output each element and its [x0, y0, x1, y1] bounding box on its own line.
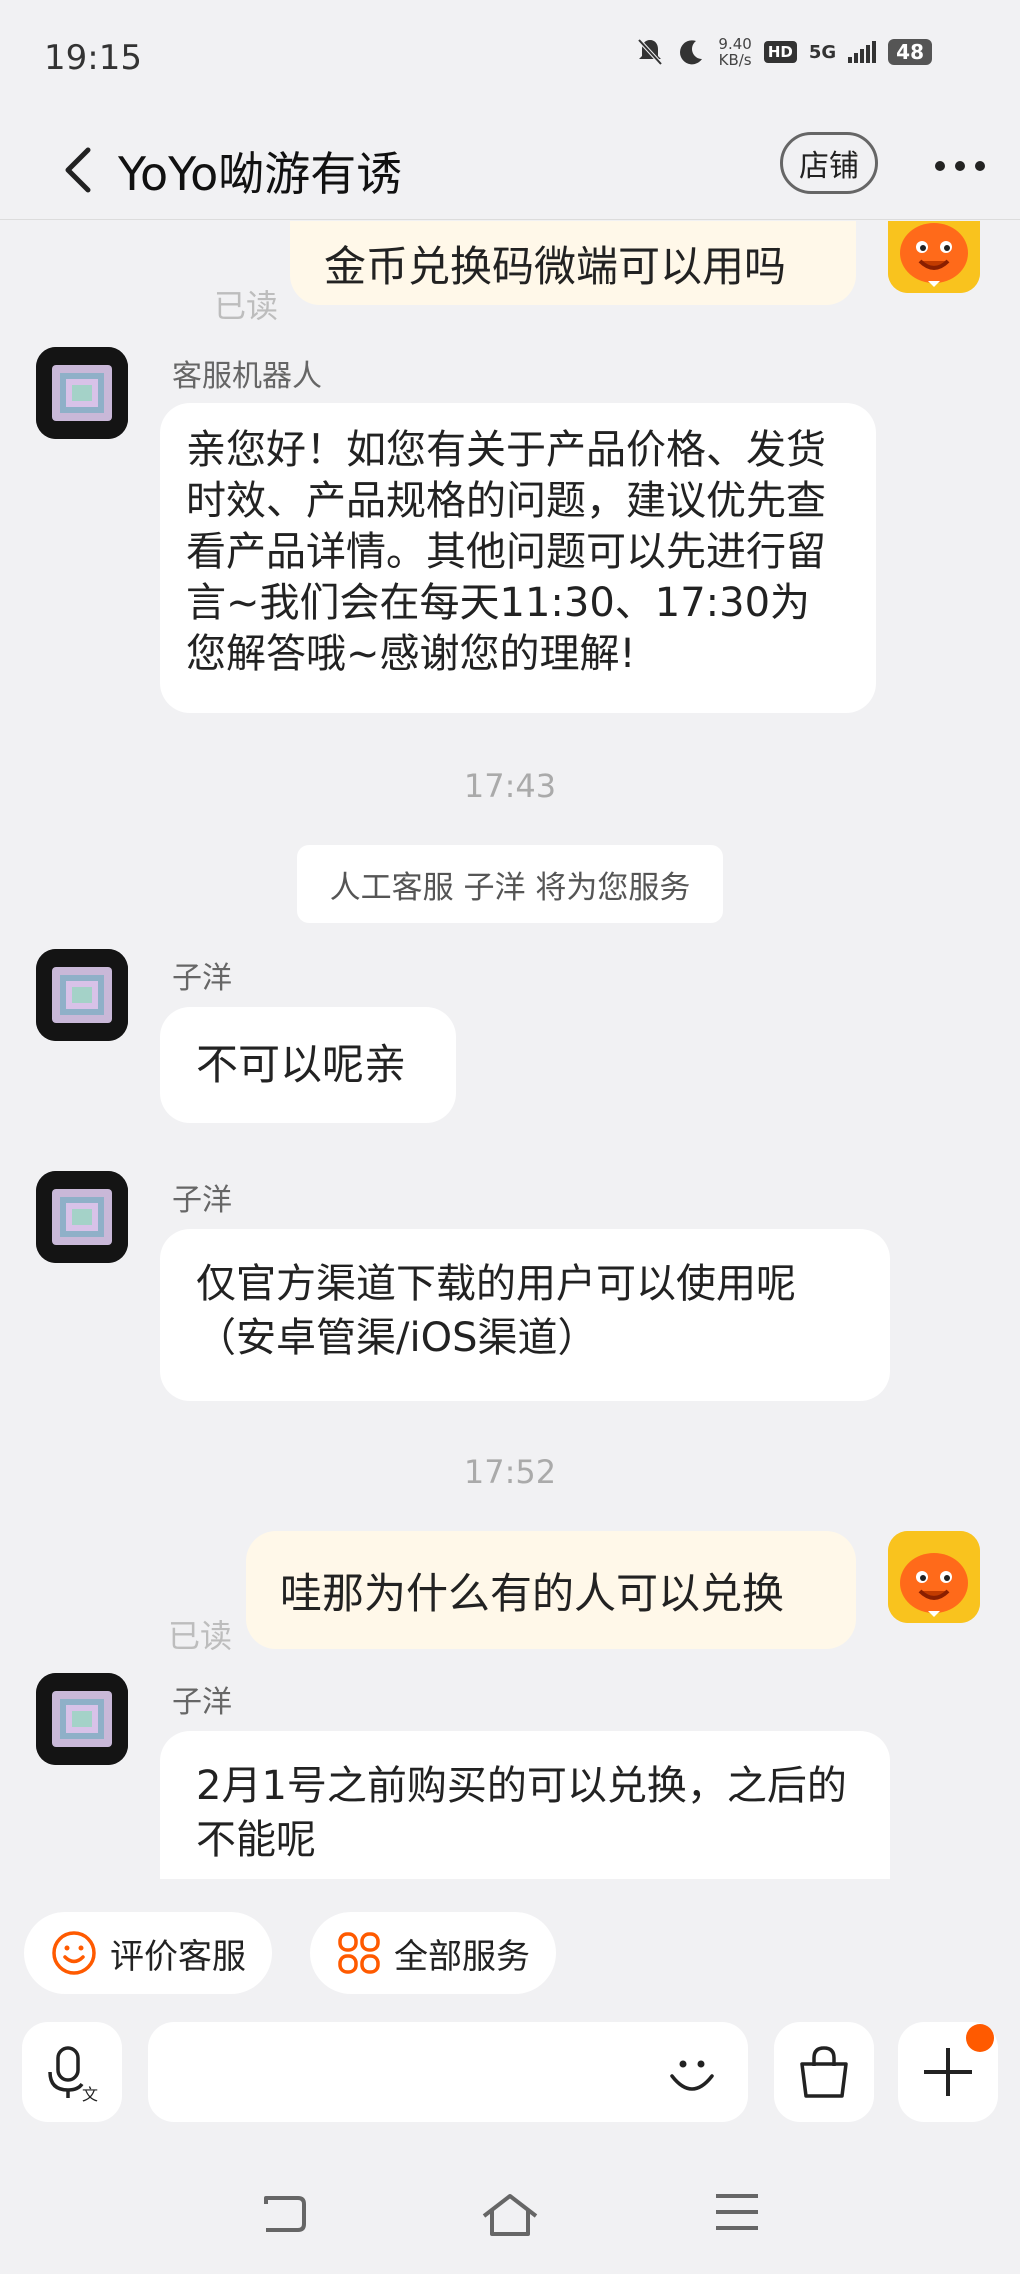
more-options-icon[interactable] [932, 156, 988, 176]
signal-icon [848, 41, 877, 63]
shop-logo-icon [36, 949, 128, 1041]
message-input[interactable] [148, 2022, 748, 2122]
agent-avatar[interactable] [36, 1171, 128, 1263]
shop-logo-icon [36, 347, 128, 439]
chat-timestamp: 17:52 [463, 1453, 557, 1491]
system-notice: 人工客服 子洋 将为您服务 [297, 845, 723, 923]
sender-name: 客服机器人 [172, 359, 322, 394]
status-time: 19:15 [44, 38, 142, 78]
net-speed: 9.40 KB/s [718, 36, 751, 68]
microphone-icon: 文 [48, 2046, 98, 2102]
back-nav-icon[interactable] [258, 2190, 310, 2238]
shop-logo-icon [36, 1673, 128, 1765]
incoming-message[interactable]: 亲您好！如您有关于产品价格、发货时效、产品规格的问题，建议优先查看产品详情。其他… [160, 403, 876, 713]
net-speed-value: 9.40 [718, 35, 752, 53]
message-text: 哇那为什么有的人可以兑换 [280, 1568, 785, 1618]
shopping-bag-button[interactable] [774, 2022, 874, 2122]
shopping-bag-icon [800, 2046, 848, 2098]
chat-timestamp: 17:43 [463, 767, 557, 805]
message-text: 不可以呢亲 [196, 1040, 407, 1089]
voice-sub-label: 文 [82, 2085, 98, 2102]
outgoing-message[interactable]: 哇那为什么有的人可以兑换 [246, 1531, 856, 1649]
smile-icon [52, 1931, 96, 1975]
back-arrow-icon[interactable] [58, 142, 98, 198]
outgoing-message[interactable]: 金币兑换码微端可以用吗 [290, 221, 856, 305]
grid-icon [338, 1932, 380, 1974]
network-type: 5G [808, 41, 837, 63]
chat-header: YoYo呦游有诱 店铺 [0, 120, 1020, 220]
system-navigation [0, 2160, 1020, 2274]
read-receipt: 已读 [214, 287, 279, 325]
notification-dot [966, 2024, 994, 2052]
incoming-message[interactable]: 2月1号之前购买的可以兑换，之后的不能呢 [160, 1731, 890, 1879]
chip-label: 全部服务 [394, 1936, 530, 1977]
battery-indicator: 48 [888, 39, 932, 65]
status-icons: 9.40 KB/s HD 5G 48 [636, 36, 932, 68]
emoji-icon[interactable] [664, 2046, 720, 2102]
rate-service-button[interactable]: 评价客服 [24, 1912, 272, 1994]
shop-title: YoYo呦游有诱 [118, 147, 403, 201]
hd-badge: HD [763, 41, 797, 63]
voice-input-button[interactable]: 文 [22, 2022, 122, 2122]
moon-icon [680, 40, 703, 65]
read-receipt: 已读 [168, 1617, 233, 1655]
mascot-icon [888, 221, 980, 293]
user-avatar[interactable] [888, 1531, 980, 1623]
message-text: 金币兑换码微端可以用吗 [324, 241, 787, 291]
quick-actions: 评价客服 全部服务 [0, 1890, 1020, 2000]
incoming-message[interactable]: 仅官方渠道下载的用户可以使用呢（安卓管渠/iOS渠道） [160, 1229, 890, 1401]
mascot-icon [888, 1531, 980, 1623]
user-avatar[interactable] [888, 221, 980, 293]
sender-name: 子洋 [172, 1685, 232, 1720]
net-speed-unit: KB/s [718, 51, 752, 69]
shop-button[interactable]: 店铺 [780, 132, 878, 194]
message-text: 2月1号之前购买的可以兑换，之后的不能呢 [196, 1763, 847, 1863]
sender-name: 子洋 [172, 1183, 232, 1218]
bot-avatar[interactable] [36, 347, 128, 439]
shop-logo-icon [36, 1171, 128, 1263]
sender-name: 子洋 [172, 961, 232, 996]
home-icon[interactable] [480, 2190, 540, 2240]
plus-icon [924, 2048, 972, 2096]
message-text: 仅官方渠道下载的用户可以使用呢（安卓管渠/iOS渠道） [196, 1261, 796, 1361]
status-bar: 19:15 9.40 KB/s HD 5G 48 [0, 0, 1020, 120]
menu-icon[interactable] [714, 2190, 760, 2234]
agent-avatar[interactable] [36, 949, 128, 1041]
incoming-message[interactable]: 不可以呢亲 [160, 1007, 456, 1123]
message-text: 亲您好！如您有关于产品价格、发货时效、产品规格的问题，建议优先查看产品详情。其他… [186, 427, 826, 677]
agent-avatar[interactable] [36, 1673, 128, 1765]
input-bar: 文 [0, 2010, 1020, 2140]
mute-icon [637, 38, 663, 66]
all-services-button[interactable]: 全部服务 [310, 1912, 556, 1994]
chip-label: 评价客服 [110, 1936, 246, 1977]
chat-area[interactable]: 金币兑换码微端可以用吗 已读 客服机器人 亲您好！如您有关于产品价格、发货时效、… [0, 221, 1020, 1879]
